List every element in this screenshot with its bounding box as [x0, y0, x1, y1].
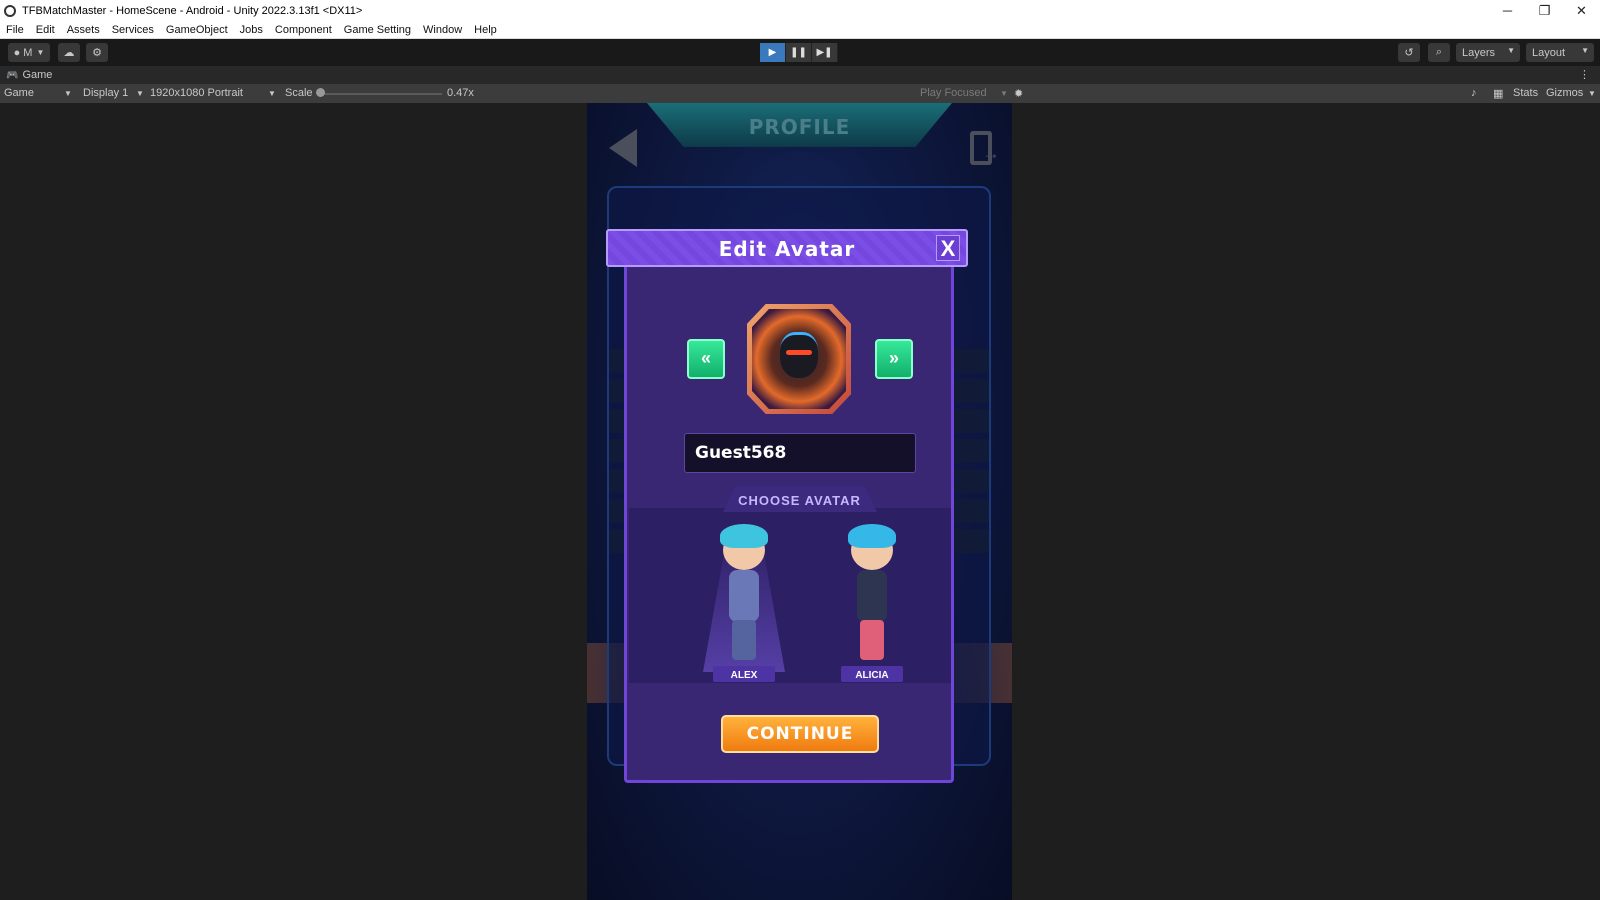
chevron-down-icon: ▼ — [1581, 46, 1589, 55]
main-toolbar: ● M ▼ ☁ ⚙ ▶ ❚❚ ▶❚ ↺ ⌕ Layers ▼ Layout ▼ — [0, 39, 1600, 66]
character-legs — [732, 620, 756, 660]
character-legs — [860, 620, 884, 660]
modal-header: Edit Avatar X — [606, 229, 968, 267]
character-alex[interactable] — [703, 524, 785, 672]
close-window-button[interactable]: ✕ — [1563, 3, 1600, 19]
game-tab-label: Game — [22, 69, 53, 81]
menu-game-setting[interactable]: Game Setting — [344, 24, 411, 36]
character-name-alicia: ALICIA — [855, 670, 889, 681]
menu-edit[interactable]: Edit — [36, 24, 55, 36]
chevron-down-icon: ▼ — [1507, 46, 1515, 55]
menu-component[interactable]: Component — [275, 24, 332, 36]
layers-dropdown[interactable]: Layers ▼ — [1456, 43, 1520, 62]
chevron-down-icon: ▼ — [136, 89, 144, 98]
window-title: TFBMatchMaster - HomeScene - Android - U… — [22, 4, 363, 17]
display-select[interactable]: Display 1 — [83, 87, 128, 99]
scale-value: 0.47x — [447, 87, 474, 99]
menu-file[interactable]: File — [6, 24, 24, 36]
resolution-select[interactable]: 1920x1080 Portrait — [150, 87, 243, 99]
character-name-alex: ALEX — [730, 670, 758, 681]
chevron-down-icon: ▼ — [1000, 89, 1008, 98]
step-button[interactable]: ▶❚ — [812, 43, 838, 62]
menu-gameobject[interactable]: GameObject — [166, 24, 228, 36]
layers-label: Layers — [1462, 46, 1496, 59]
game-screen: PROFILE → G A T L H S C Edit Avatar X « … — [587, 103, 1012, 900]
character-hair — [848, 524, 896, 548]
mute-audio-icon[interactable]: ♪ — [1471, 87, 1477, 99]
play-button[interactable]: ▶ — [760, 43, 786, 62]
close-modal-button[interactable]: X — [936, 235, 960, 261]
menu-assets[interactable]: Assets — [67, 24, 100, 36]
modal-title: Edit Avatar — [718, 237, 856, 261]
scale-slider-handle[interactable] — [316, 88, 325, 97]
collab-icon[interactable]: ⚙ — [86, 43, 108, 62]
chevron-down-icon: ▼ — [1588, 89, 1596, 98]
gamepad-icon: 🎮 — [6, 69, 19, 81]
window-titlebar: TFBMatchMaster - HomeScene - Android - U… — [0, 0, 1600, 21]
character-body — [857, 570, 887, 622]
search-icon[interactable]: ⌕ — [1428, 43, 1450, 62]
layout-dropdown[interactable]: Layout ▼ — [1526, 43, 1594, 62]
previous-avatar-button[interactable]: « — [687, 339, 725, 379]
scale-label: Scale — [285, 87, 313, 99]
character-alicia[interactable] — [837, 524, 907, 672]
account-icon: ● — [13, 46, 21, 59]
unity-logo-icon — [4, 4, 16, 17]
tab-menu-icon[interactable]: ⋮ — [1579, 68, 1590, 81]
profile-title: PROFILE — [748, 115, 851, 139]
avatar-visor — [786, 350, 812, 355]
menu-window[interactable]: Window — [423, 24, 462, 36]
avatar-helmet — [780, 332, 818, 378]
layout-label: Layout — [1532, 46, 1566, 59]
menu-bar: File Edit Assets Services GameObject Job… — [0, 21, 1600, 39]
play-controls: ▶ ❚❚ ▶❚ — [760, 43, 838, 62]
menu-jobs[interactable]: Jobs — [240, 24, 263, 36]
menu-services[interactable]: Services — [112, 24, 154, 36]
scale-slider-track[interactable] — [320, 93, 442, 95]
chevron-down-icon: ▼ — [64, 89, 72, 98]
menu-help[interactable]: Help — [474, 24, 497, 36]
minimize-button[interactable]: ─ — [1489, 3, 1526, 18]
account-dropdown[interactable]: ● M ▼ — [8, 43, 50, 62]
grid-icon[interactable]: ▦ — [1493, 87, 1503, 100]
gizmos-button[interactable]: Gizmos — [1546, 87, 1583, 99]
continue-button[interactable]: CONTINUE — [721, 715, 879, 753]
cloud-icon[interactable]: ☁ — [58, 43, 80, 62]
chevron-down-icon: ▼ — [36, 48, 45, 57]
maximize-button[interactable]: ❐ — [1526, 3, 1563, 19]
play-mode-select[interactable]: Play Focused — [920, 87, 987, 99]
stats-button[interactable]: Stats — [1513, 87, 1538, 99]
character-hair — [720, 524, 768, 548]
choose-avatar-label: CHOOSE AVATAR — [738, 493, 861, 508]
bug-icon[interactable]: ✹ — [1014, 87, 1023, 100]
pause-button[interactable]: ❚❚ — [786, 43, 812, 62]
history-icon[interactable]: ↺ — [1398, 43, 1420, 62]
chevron-down-icon: ▼ — [268, 89, 276, 98]
view-select[interactable]: Game — [4, 87, 34, 99]
game-tab[interactable]: 🎮 Game ⋮ — [0, 66, 1600, 84]
back-arrow-icon[interactable] — [609, 129, 637, 167]
account-label: M — [23, 46, 33, 59]
exit-arrow-icon: → — [982, 143, 1000, 163]
next-avatar-button[interactable]: » — [875, 339, 913, 379]
character-body — [729, 570, 759, 622]
player-name-input[interactable] — [684, 433, 916, 473]
game-view-toolbar: Game ▼ Display 1 ▼ 1920x1080 Portrait ▼ … — [0, 84, 1600, 103]
